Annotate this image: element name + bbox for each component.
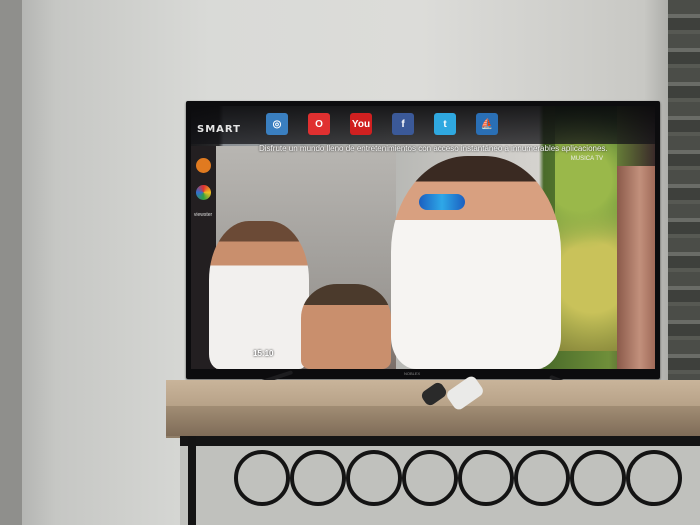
television: SMART ◎ O You f t ⛵ Disfrute un mundo lleno d… [186, 101, 660, 379]
facebook-icon[interactable]: f [392, 113, 414, 135]
table-ring [570, 450, 626, 506]
table-edge [166, 406, 700, 436]
scene-man-drinking [301, 284, 391, 369]
table-leg-left [188, 436, 196, 525]
tv-side-menu: viewster [191, 158, 215, 218]
wall-shadow [0, 0, 22, 525]
smart-logo: SMART [197, 124, 241, 135]
sunglasses [419, 194, 465, 210]
table-rail [180, 436, 700, 446]
youtube-icon[interactable]: You [350, 113, 372, 135]
channel-logo: MUSICA TV [570, 156, 603, 162]
chrome-like-icon[interactable] [195, 185, 211, 200]
table-ring [290, 450, 346, 506]
orange-app-icon[interactable] [195, 158, 211, 173]
tv-clock: 15:10 [253, 349, 274, 358]
tv-screen: SMART ◎ O You f t ⛵ Disfrute un mundo lleno d… [191, 106, 655, 369]
app-icon-row: ◎ O You f t ⛵ [266, 113, 498, 135]
scene-woman [617, 166, 655, 369]
twitter-icon[interactable]: t [434, 113, 456, 135]
table-ring [234, 450, 290, 506]
tv-maker-logo: NOBLEX [404, 371, 421, 376]
promo-ticker: Disfrute un mundo lleno de entretenimien… [259, 144, 608, 153]
table-ring [402, 450, 458, 506]
browser-icon[interactable]: ◎ [266, 113, 288, 135]
table-ring [458, 450, 514, 506]
scene-man-center [391, 156, 561, 369]
scene-man-left [209, 221, 309, 369]
table-ring [626, 450, 682, 506]
table-ring [514, 450, 570, 506]
stone-wall [668, 0, 700, 390]
table-ring [346, 450, 402, 506]
smart-tv-menu-bar: SMART ◎ O You f t ⛵ [191, 106, 655, 144]
apps-icon[interactable]: O [308, 113, 330, 135]
sailboat-icon[interactable]: ⛵ [476, 113, 498, 135]
viewster-label[interactable]: viewster [194, 212, 212, 218]
